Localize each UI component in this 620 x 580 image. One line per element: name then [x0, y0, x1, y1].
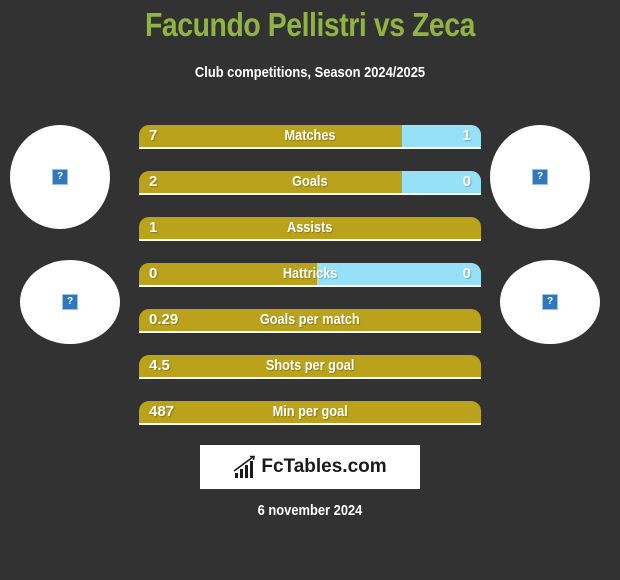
stat-row: Shots per goal 4.5 — [139, 355, 481, 379]
missing-image-icon: ? — [542, 294, 558, 310]
left-club-logo: ? — [20, 260, 120, 344]
stat-label-text: Min per goal — [272, 403, 348, 420]
right-player-avatar: ? — [490, 125, 590, 229]
stat-label: Hattricks — [139, 263, 481, 285]
right-player-value: 0 — [462, 173, 471, 190]
stat-label: Goals — [139, 171, 481, 193]
stat-label: Assists — [139, 217, 481, 239]
stat-label-text: Goals — [292, 173, 328, 190]
left-player-value: 0.29 — [149, 311, 179, 328]
report-date: 6 november 2024 — [257, 502, 363, 519]
stat-label-text: Hattricks — [282, 265, 338, 282]
left-player-value: 0 — [149, 265, 158, 282]
right-player-value: 0 — [462, 265, 471, 282]
stat-row: Matches 7 1 — [139, 125, 481, 149]
stat-label-text: Shots per goal — [265, 357, 355, 374]
left-player-value: 487 — [149, 403, 175, 420]
missing-image-icon: ? — [62, 294, 78, 310]
stat-label: Shots per goal — [139, 355, 481, 377]
missing-image-icon: ? — [52, 169, 68, 185]
fctables-logo[interactable]: FcTables.com — [200, 445, 420, 489]
stat-label: Matches — [139, 125, 481, 147]
stat-row: Assists 1 — [139, 217, 481, 241]
right-player-value: 1 — [462, 127, 471, 144]
right-club-logo: ? — [500, 260, 600, 344]
stat-row: Goals per match 0.29 — [139, 309, 481, 333]
left-player-value: 4.5 — [149, 357, 170, 374]
stat-row: Min per goal 487 — [139, 401, 481, 425]
page-title: Facundo Pellistri vs Zeca — [145, 6, 475, 43]
stat-row: Goals 2 0 — [139, 171, 481, 195]
stat-label-text: Matches — [284, 127, 336, 144]
stat-label: Goals per match — [139, 309, 481, 331]
stat-row: Hattricks 0 0 — [139, 263, 481, 287]
logo-text: FcTables.com — [261, 456, 387, 477]
page-subtitle: Club competitions, Season 2024/2025 — [194, 64, 426, 81]
left-player-value: 7 — [149, 127, 158, 144]
stat-label: Min per goal — [139, 401, 481, 423]
left-player-value: 1 — [149, 219, 158, 236]
bar-chart-logo-icon — [233, 455, 256, 478]
missing-image-icon: ? — [532, 169, 548, 185]
stat-label-text: Assists — [287, 219, 333, 236]
stat-label-text: Goals per match — [260, 311, 360, 328]
left-player-avatar: ? — [10, 125, 110, 229]
left-player-value: 2 — [149, 173, 158, 190]
